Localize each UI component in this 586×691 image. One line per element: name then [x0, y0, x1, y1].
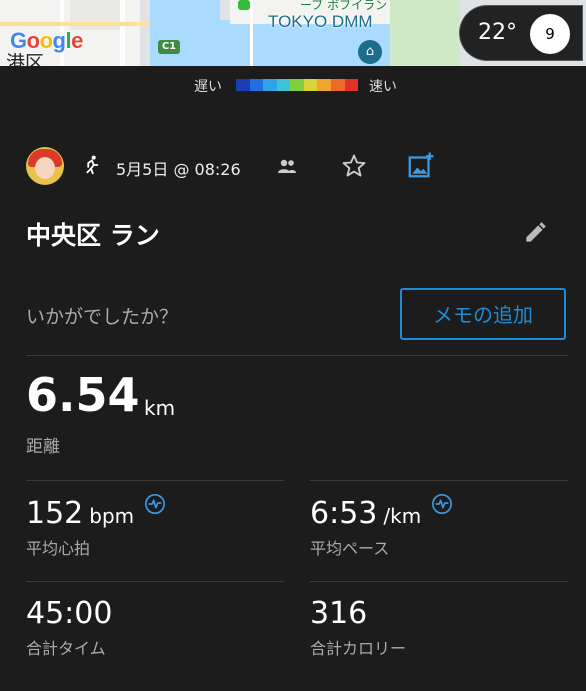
speed-slow-label: 遅い [194, 79, 222, 95]
speed-swatch [344, 79, 359, 91]
compass-icon: 9 [530, 14, 570, 54]
speed-swatch [317, 79, 331, 91]
pace-label: 平均ペース [310, 539, 390, 558]
speed-fast-label: 速い [369, 79, 397, 95]
pace-info-icon[interactable] [431, 493, 453, 515]
calories-label: 合計カロリー [310, 639, 407, 658]
edit-pencil-icon[interactable] [522, 220, 548, 246]
speed-swatch [290, 79, 304, 91]
total-time-value: 45:00 [26, 596, 113, 631]
divider [310, 581, 568, 582]
pace-unit: /km [383, 504, 422, 528]
heart-rate-icon[interactable] [144, 493, 166, 515]
speed-swatch [249, 79, 264, 91]
speed-swatch [236, 79, 250, 91]
people-icon[interactable] [275, 154, 299, 178]
activity-title: 中央区 ラン [26, 221, 160, 250]
pace-value: 6:53 [310, 496, 378, 531]
avatar[interactable] [26, 147, 64, 185]
distance-unit: km [144, 396, 176, 420]
speed-swatch [276, 79, 291, 91]
speed-swatch [263, 79, 277, 91]
heart-rate-value: 152 [26, 496, 84, 531]
weather-widget[interactable]: 22° 9 [460, 6, 582, 60]
temperature: 22° [478, 20, 517, 45]
activity-header: 5月5日 @ 08:26 [0, 140, 586, 196]
map-place-label: TOKYO DMM [268, 12, 373, 31]
speed-gradient-bar [236, 79, 359, 91]
heart-rate-label: 平均心拍 [26, 539, 91, 558]
divider [26, 480, 284, 481]
route-map[interactable]: ーブ ボブイラン Google 港区 C1 TOKYO DMM ⌂ 22° 9 [0, 0, 586, 66]
heart-rate-stat: 152 bpm 平均心拍 [26, 493, 166, 559]
divider [26, 581, 284, 582]
heart-rate-unit: bpm [89, 504, 135, 528]
divider [310, 480, 568, 481]
distance-label: 距離 [26, 437, 60, 457]
total-time-label: 合計タイム [26, 639, 106, 658]
running-icon [86, 155, 99, 175]
speed-swatch [303, 79, 318, 91]
add-memo-button[interactable]: メモの追加 [400, 288, 566, 340]
museum-icon: ⌂ [358, 40, 382, 64]
distance-value: 6.54 [26, 368, 140, 422]
speed-swatch [330, 79, 345, 91]
feeling-prompt: いかがでしたか？ [26, 306, 179, 328]
activity-date: 5月5日 @ 08:26 [116, 160, 241, 179]
road-badge: C1 [158, 40, 180, 54]
add-photo-icon[interactable] [406, 150, 436, 180]
divider [26, 355, 568, 356]
calories-stat: 316 合計カロリー [310, 596, 406, 659]
route-marker [238, 0, 250, 10]
map-ward-label: 港区 [6, 52, 45, 66]
total-time-stat: 45:00 合計タイム [26, 596, 112, 659]
pace-stat: 6:53 /km 平均ペース [310, 493, 453, 559]
star-icon[interactable] [340, 152, 368, 180]
calories-value: 316 [310, 596, 368, 631]
speed-legend: 遅い 速い [0, 66, 586, 102]
